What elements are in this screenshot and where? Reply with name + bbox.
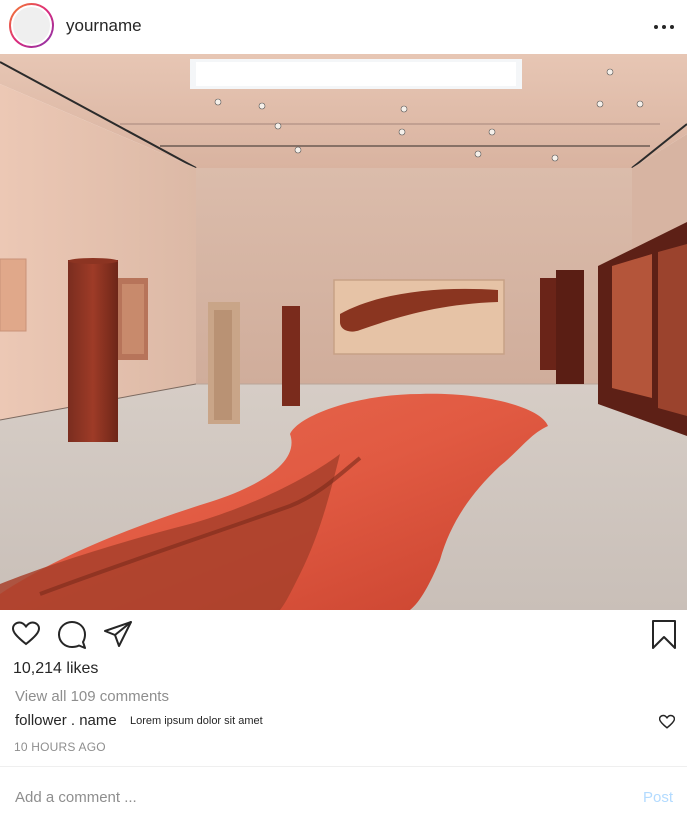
avatar-image xyxy=(11,5,52,46)
more-options-icon[interactable] xyxy=(652,18,676,36)
likes-count[interactable]: 10,214 likes xyxy=(13,660,98,678)
paper-plane-icon[interactable] xyxy=(103,620,133,648)
gallery-photo xyxy=(0,54,687,610)
comment-username[interactable]: follower . name xyxy=(15,712,117,729)
post-timestamp: 10 HOURS AGO xyxy=(14,740,106,754)
post-button[interactable]: Post xyxy=(643,789,673,806)
comment-text: Lorem ipsum dolor sit amet xyxy=(130,715,263,727)
action-bar xyxy=(0,620,687,652)
post-header: yourname xyxy=(0,0,687,54)
bookmark-icon[interactable] xyxy=(652,620,676,650)
view-all-comments-link[interactable]: View all 109 comments xyxy=(15,688,169,705)
add-comment-input[interactable]: Add a comment ... xyxy=(15,789,137,806)
small-heart-icon[interactable] xyxy=(659,714,675,729)
avatar[interactable] xyxy=(9,3,54,48)
post-username[interactable]: yourname xyxy=(66,16,142,36)
divider xyxy=(0,766,687,767)
heart-icon[interactable] xyxy=(12,620,40,648)
speech-bubble-icon[interactable] xyxy=(57,620,87,650)
comment-row: follower . name Lorem ipsum dolor sit am… xyxy=(15,712,675,732)
post-image[interactable] xyxy=(0,54,687,610)
